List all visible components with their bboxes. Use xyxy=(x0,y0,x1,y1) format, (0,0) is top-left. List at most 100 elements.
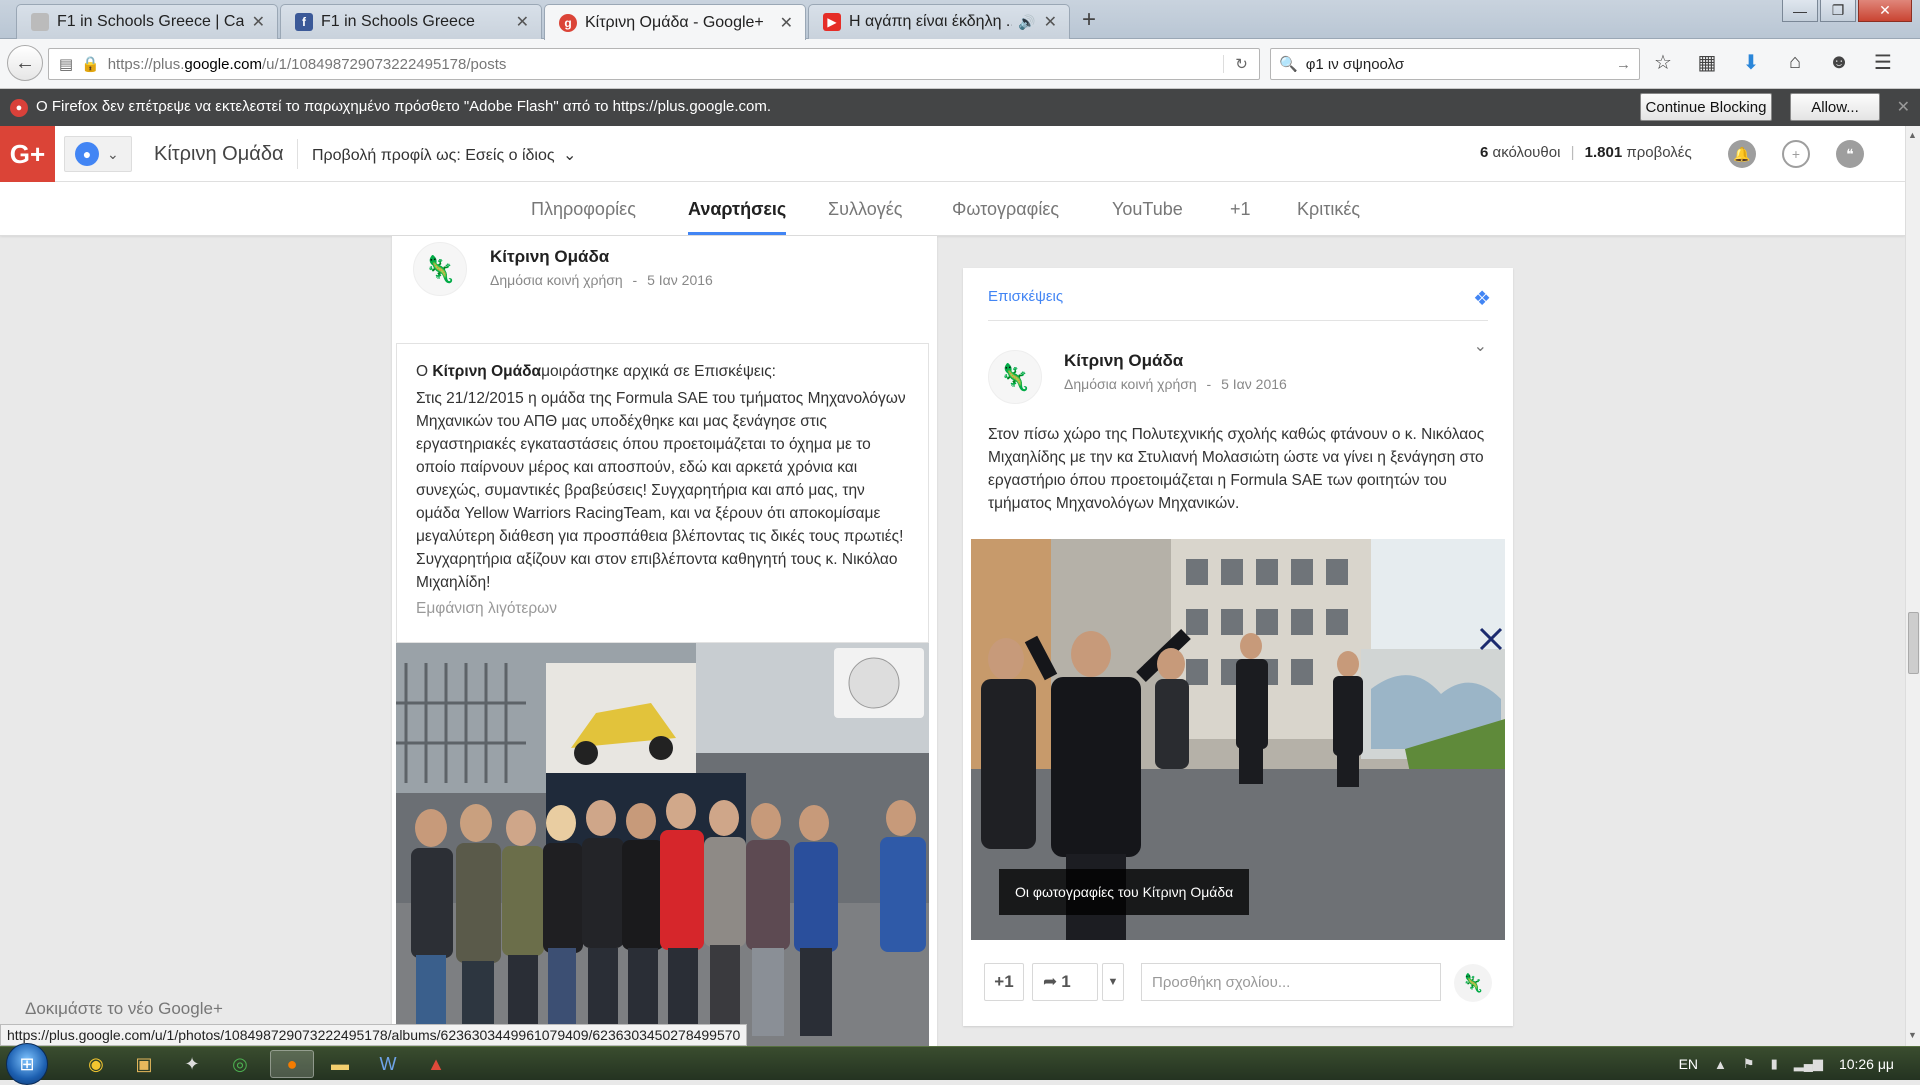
shared-author[interactable]: Κίτρινη Ομάδα xyxy=(432,363,541,380)
post-visibility: Δημόσια κοινή χρήση xyxy=(1064,376,1197,392)
download-icon[interactable]: ⬇ xyxy=(1738,49,1764,75)
reading-list-icon[interactable]: ▦ xyxy=(1694,49,1720,75)
search-bar[interactable]: 🔍 φ1 ιν σψηοολσ → xyxy=(1270,48,1640,80)
tab-photos[interactable]: Φωτογραφίες xyxy=(952,199,1059,220)
photo-album-caption[interactable]: Οι φωτογραφίες του Κίτρινη Ομάδα xyxy=(999,869,1250,915)
add-to-circles-icon[interactable]: + xyxy=(1782,140,1810,168)
scroll-up-icon[interactable]: ▲ xyxy=(1908,130,1917,140)
commenter-avatar: 🦎 xyxy=(1454,964,1492,1002)
taskbar-app-pdf[interactable]: ▲ xyxy=(414,1050,458,1078)
post-meta: Δημόσια κοινή χρήση - 5 Ιαν 2016 xyxy=(1064,376,1287,392)
close-tab-icon[interactable]: ✕ xyxy=(780,13,793,33)
share-count: 1 xyxy=(1061,972,1071,991)
collection-post-card: Επισκέψεις ❖ ⌄ 🦎 Κίτρινη Ομάδα Δημόσια κ… xyxy=(963,268,1513,1026)
plus-one-button[interactable]: +1 xyxy=(984,963,1024,1001)
taskbar-app-firefox[interactable]: ● xyxy=(270,1050,314,1078)
page-scrollbar[interactable]: ▲ ▼ xyxy=(1905,126,1920,1046)
browser-tab-2[interactable]: f F1 in Schools Greece ✕ xyxy=(280,4,542,39)
tab-posts[interactable]: Αναρτήσεις xyxy=(688,199,787,235)
menu-icon[interactable]: ☰ xyxy=(1870,49,1896,75)
url-prefix: https://plus. xyxy=(107,55,185,73)
tab-collections[interactable]: Συλλογές xyxy=(828,199,902,220)
close-notification-icon[interactable]: ✕ xyxy=(1897,97,1910,117)
share-button[interactable]: ➦ 1 xyxy=(1032,963,1098,1001)
taskbar-app-media[interactable]: ▣ xyxy=(122,1050,166,1078)
taskbar-app-word[interactable]: W xyxy=(366,1050,410,1078)
tab-about[interactable]: Πληροφορίες xyxy=(531,199,636,220)
arrow-left-icon: ← xyxy=(15,51,35,74)
browser-tab-strip: F1 in Schools Greece | Categor... ✕ f F1… xyxy=(0,0,1920,40)
author-avatar[interactable]: 🦎 xyxy=(413,242,467,296)
maximize-button[interactable]: ❐ xyxy=(1820,0,1856,22)
notifications-bell-icon[interactable]: 🔔 xyxy=(1728,140,1756,168)
shared-suffix: μοιράστηκε αρχικά σε Επισκέψεις: xyxy=(541,363,776,380)
chat-icon[interactable]: ☻ xyxy=(1826,49,1852,75)
author-avatar[interactable]: 🦎 xyxy=(988,350,1042,404)
close-window-button[interactable]: ✕ xyxy=(1858,0,1912,22)
taskbar-app-chrome-alt[interactable]: ◉ xyxy=(74,1050,118,1078)
hangouts-icon[interactable]: ❝ xyxy=(1836,140,1864,168)
clock[interactable]: 10:26 μμ xyxy=(1839,1056,1894,1072)
scrollbar-thumb[interactable] xyxy=(1908,612,1919,674)
action-center-icon[interactable]: ⚑ xyxy=(1743,1056,1755,1072)
bookmark-star-icon[interactable]: ☆ xyxy=(1650,49,1676,75)
post-author[interactable]: Κίτρινη Ομάδα xyxy=(1064,351,1183,371)
lock-icon: 🔒 xyxy=(81,56,100,73)
post-photo[interactable] xyxy=(396,643,929,1046)
close-tab-icon[interactable]: ✕ xyxy=(1044,12,1057,32)
share-options-button[interactable]: ▼ xyxy=(1102,963,1124,1001)
home-icon[interactable]: ⌂ xyxy=(1782,49,1808,75)
close-tab-icon[interactable]: ✕ xyxy=(252,12,265,32)
try-new-gplus-link[interactable]: Δοκιμάστε το νέο Google+ xyxy=(25,999,223,1019)
close-tab-icon[interactable]: ✕ xyxy=(516,12,529,32)
post-photo[interactable]: Οι φωτογραφίες του Κίτρινη Ομάδα xyxy=(971,539,1505,940)
tab-youtube[interactable]: YouTube xyxy=(1112,199,1183,220)
page-title[interactable]: Κίτρινη Ομάδα xyxy=(154,143,284,166)
new-tab-button[interactable]: + xyxy=(1082,6,1096,34)
post-options-chevron-icon[interactable]: ⌄ xyxy=(1474,336,1487,356)
collection-name[interactable]: Επισκέψεις xyxy=(988,288,1063,305)
start-button[interactable]: ⊞ xyxy=(6,1043,48,1085)
network-icon[interactable]: ▂▄▆ xyxy=(1794,1056,1823,1072)
chrome-icon: ◎ xyxy=(232,1053,248,1074)
gplus-header: G+ ● ⌄ Κίτρινη Ομάδα Προβολή προφίλ ως: … xyxy=(0,126,1905,182)
post-date[interactable]: 5 Ιαν 2016 xyxy=(647,272,713,288)
show-less-link[interactable]: Εμφάνιση λιγότερων xyxy=(416,597,910,620)
browser-tab-4[interactable]: ▶ Η αγάπη είναι έκδηλη ... 🔊 ✕ xyxy=(808,4,1070,39)
battery-icon[interactable]: ▮ xyxy=(1771,1056,1778,1072)
page-icon xyxy=(31,13,49,31)
windows-logo-icon: ⊞ xyxy=(19,1053,35,1074)
view-as-label: Προβολή προφίλ ως: Εσείς ο ίδιος xyxy=(312,147,555,164)
notification-message: Ο Firefox δεν επέτρεψε να εκτελεστεί το … xyxy=(36,98,772,115)
post-author[interactable]: Κίτρινη Ομάδα xyxy=(490,247,609,267)
language-indicator[interactable]: EN xyxy=(1679,1056,1698,1072)
allow-button[interactable]: Allow... xyxy=(1790,93,1880,121)
reload-icon[interactable]: ↻ xyxy=(1223,55,1259,73)
address-bar[interactable]: ▤ 🔒 https://plus. google.com/u/1/10849872… xyxy=(48,48,1260,80)
continue-blocking-button[interactable]: Continue Blocking xyxy=(1640,93,1772,121)
profile-stats: 6 ακόλουθοι | 1.801 προβολές xyxy=(1480,144,1692,161)
show-hidden-icons-icon[interactable]: ▲ xyxy=(1714,1057,1727,1072)
shared-prefix: Ο xyxy=(416,363,433,380)
scroll-down-icon[interactable]: ▼ xyxy=(1908,1030,1917,1040)
tab-reviews[interactable]: Κριτικές xyxy=(1297,199,1360,220)
search-input[interactable]: φ1 ιν σψηοολσ xyxy=(1306,56,1404,73)
speaker-icon[interactable]: 🔊 xyxy=(1018,14,1035,31)
taskbar-app-games[interactable]: ✦ xyxy=(170,1050,214,1078)
folder-icon: ▬ xyxy=(331,1053,349,1074)
search-go-icon[interactable]: → xyxy=(1616,56,1631,73)
page-info-icon[interactable]: ▤ xyxy=(55,55,77,73)
tab-plus-one[interactable]: +1 xyxy=(1230,199,1251,220)
account-switcher[interactable]: ● ⌄ xyxy=(64,136,132,172)
taskbar-app-chrome[interactable]: ◎ xyxy=(218,1050,262,1078)
minimize-button[interactable]: — xyxy=(1782,0,1818,22)
taskbar-app-explorer[interactable]: ▬ xyxy=(318,1050,362,1078)
browser-tab-3[interactable]: g Κίτρινη Ομάδα - Google+ ✕ xyxy=(544,4,806,40)
view-profile-as-dropdown[interactable]: Προβολή προφίλ ως: Εσείς ο ίδιος ⌄ xyxy=(312,145,576,165)
browser-tab-1[interactable]: F1 in Schools Greece | Categor... ✕ xyxy=(16,4,278,39)
back-button[interactable]: ← xyxy=(7,45,43,81)
post-date[interactable]: 5 Ιαν 2016 xyxy=(1221,376,1287,392)
gplus-logo[interactable]: G+ xyxy=(0,126,55,182)
window-controls: — ❐ ✕ xyxy=(1780,0,1912,22)
comment-input[interactable]: Προσθήκη σχολίου... xyxy=(1141,963,1441,1001)
